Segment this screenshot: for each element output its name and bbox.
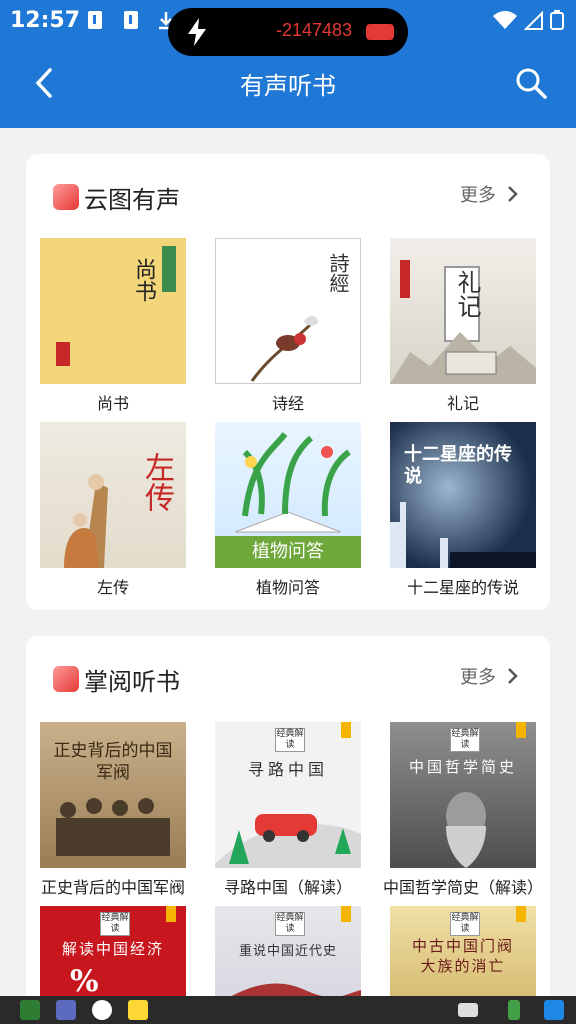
more-link[interactable]: 更多 xyxy=(460,181,496,207)
book-title: 尚书 xyxy=(96,394,129,413)
keyboard-icon[interactable] xyxy=(458,1003,478,1017)
section-header: 掌阅听书 更多 xyxy=(26,636,550,716)
book-title: 中国哲学简史（解读） xyxy=(382,878,543,897)
book-cover[interactable]: 尚书 xyxy=(40,238,186,384)
book-title: 寻路中国（解读） xyxy=(223,878,352,897)
taskbar xyxy=(0,996,576,1024)
wifi-icon xyxy=(493,11,517,29)
notification-icon xyxy=(124,11,138,29)
app-icon[interactable] xyxy=(20,1000,40,1020)
book-cover[interactable]: 植物问答 xyxy=(215,422,361,568)
section-card-yuntu: 云图有声 更多 尚书 尚书 詩經 诗经 礼记 礼记 左传 左传 植物问答 植物问… xyxy=(26,154,550,610)
app-icon[interactable] xyxy=(128,1000,148,1020)
more-link[interactable]: 更多 xyxy=(460,663,496,689)
book-cover[interactable]: 礼记 xyxy=(390,238,536,384)
app-header: 12:57 -2147483 有声听书 xyxy=(0,0,576,128)
book-cover[interactable]: 经典解读 寻路中国 xyxy=(215,722,361,868)
chevron-right-icon[interactable] xyxy=(506,666,520,686)
lightning-icon xyxy=(188,18,206,46)
qq-icon[interactable] xyxy=(92,1000,112,1020)
notification-icon xyxy=(88,11,102,29)
book-cover[interactable]: 詩經 xyxy=(215,238,361,384)
tray-icon xyxy=(508,1000,520,1020)
signal-icon xyxy=(524,10,543,30)
section-title: 云图有声 xyxy=(84,186,180,214)
page-title: 有声听书 xyxy=(240,72,336,100)
overlay-battery-icon xyxy=(366,24,394,40)
section-card-zhangyue: 掌阅听书 更多 正史背后的中国军阀 正史背后的中国军阀 经典解读 寻路中国 寻路… xyxy=(26,636,550,1024)
section-title: 掌阅听书 xyxy=(84,668,180,696)
section-badge-icon xyxy=(53,184,79,210)
book-cover[interactable]: 十二星座的传说 xyxy=(390,422,536,568)
tray-icon xyxy=(544,1000,564,1020)
status-time: 12:57 xyxy=(10,8,81,33)
battery-icon xyxy=(550,10,564,30)
book-title: 礼记 xyxy=(446,394,479,413)
app-icon[interactable] xyxy=(56,1000,76,1020)
book-title: 左传 xyxy=(96,578,129,597)
section-badge-icon xyxy=(53,666,79,692)
search-icon[interactable] xyxy=(514,66,548,100)
performance-overlay: -2147483 xyxy=(168,8,408,56)
book-title: 植物问答 xyxy=(255,578,320,597)
chevron-right-icon[interactable] xyxy=(506,184,520,204)
book-cover[interactable]: 正史背后的中国军阀 xyxy=(40,722,186,868)
book-cover[interactable]: 经典解读 中国哲学简史 xyxy=(390,722,536,868)
book-title: 诗经 xyxy=(271,394,304,413)
book-title: 正史背后的中国军阀 xyxy=(40,878,185,897)
book-title: 十二星座的传说 xyxy=(406,578,519,597)
overlay-counter: -2147483 xyxy=(276,20,353,40)
section-header: 云图有声 更多 xyxy=(26,154,550,234)
book-cover[interactable]: 左传 xyxy=(40,422,186,568)
